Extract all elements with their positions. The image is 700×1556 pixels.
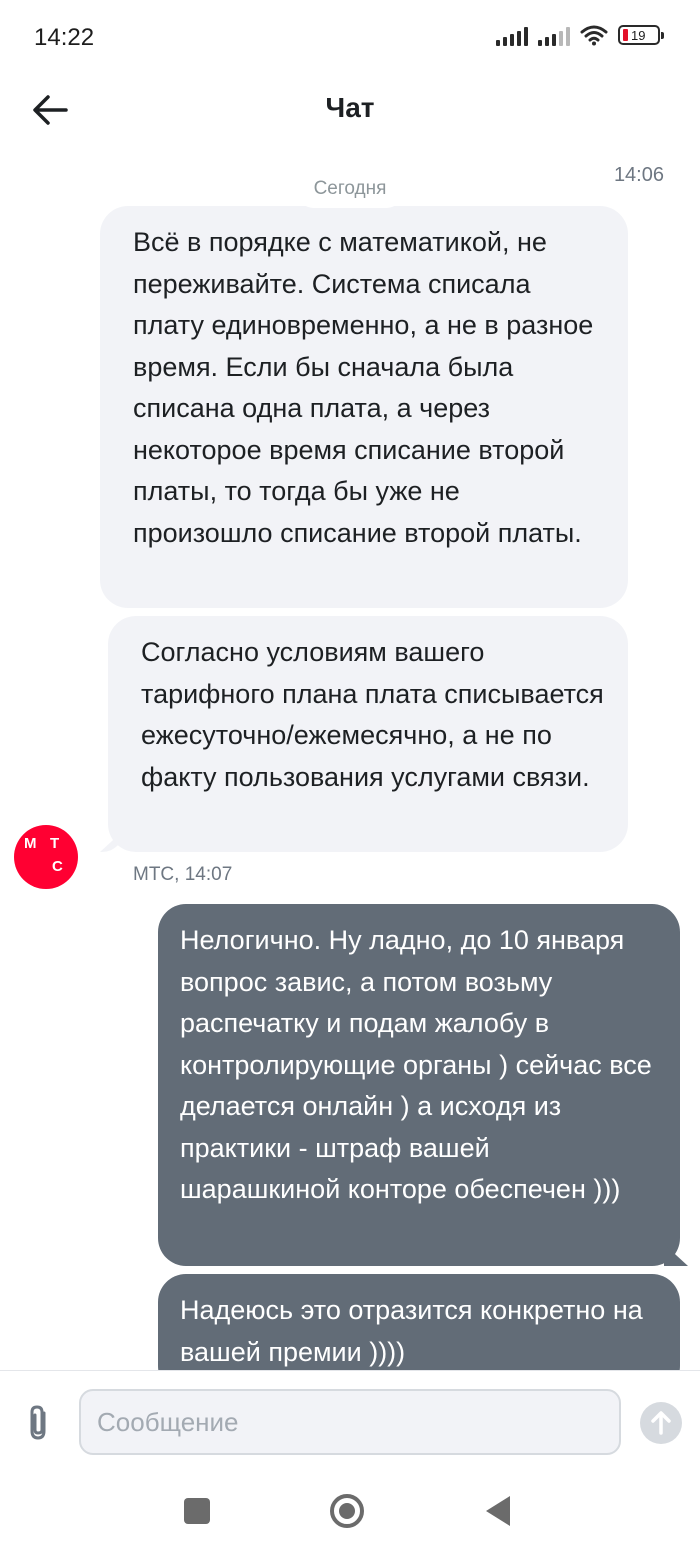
page-title: Чат xyxy=(325,92,375,123)
system-nav-bar xyxy=(0,1470,700,1556)
battery-level-fill xyxy=(623,29,628,41)
message-input[interactable] xyxy=(79,1389,621,1455)
status-time: 14:22 xyxy=(34,24,95,51)
arrow-up-icon xyxy=(651,1411,671,1435)
sender-meta: МТС, 14:07 xyxy=(133,864,233,885)
attach-button[interactable] xyxy=(22,1403,56,1443)
status-icons: 19 xyxy=(496,24,664,46)
avatar-letter: М xyxy=(24,835,37,852)
chat-screen: 14:22 19 Чат 14:06 Всё в порядке с матем… xyxy=(0,0,700,1556)
triangle-back-icon[interactable] xyxy=(486,1496,510,1526)
avatar-letter: Т xyxy=(50,835,60,852)
message-composer xyxy=(0,1370,700,1470)
outgoing-message[interactable]: Нелогично. Ну ладно, до 10 января вопрос… xyxy=(158,904,680,1266)
signal-icon xyxy=(496,24,528,46)
send-button[interactable] xyxy=(640,1402,682,1444)
signal-secondary-icon xyxy=(538,24,570,46)
square-icon[interactable] xyxy=(184,1498,210,1524)
paperclip-icon xyxy=(30,1405,46,1440)
avatar-letter: С xyxy=(52,858,63,875)
outgoing-message[interactable]: Надеюсь это отразится конкретно на вашей… xyxy=(158,1274,680,1370)
incoming-message[interactable]: Всё в порядке с математикой, не пережива… xyxy=(100,206,628,608)
battery-level-text: 19 xyxy=(631,27,646,43)
battery-icon: 19 xyxy=(618,25,664,45)
app-header: Чат xyxy=(0,76,700,144)
circle-icon[interactable] xyxy=(330,1494,364,1528)
status-bar: 14:22 19 xyxy=(0,0,700,76)
message-time: 14:06 xyxy=(613,164,664,186)
date-separator: Сегодня xyxy=(297,174,403,208)
message-list[interactable]: 14:06 Всё в порядке с математикой, не пе… xyxy=(0,144,700,1370)
avatar: М Т С xyxy=(14,825,78,889)
wifi-icon xyxy=(580,25,608,46)
incoming-message[interactable]: Согласно условиям вашего тарифного плана… xyxy=(108,616,628,852)
